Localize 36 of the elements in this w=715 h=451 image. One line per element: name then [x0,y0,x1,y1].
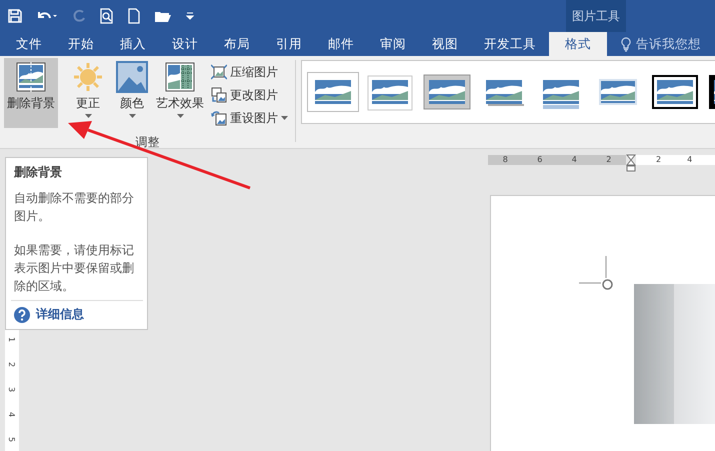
tooltip-title: 删除背景 [14,164,63,181]
ruler-number: 4 [572,155,577,165]
tell-me-field[interactable]: 告诉我您想 [621,32,701,56]
ribbon-button[interactable]: 更正 [66,58,110,128]
ruler-number: 5 [8,436,16,442]
ribbon-button[interactable]: 艺术效果 [154,58,206,128]
tooltip-text: 如果需要，请使用标记表示图片中要保留或删除的区域。 [14,242,135,295]
ruler-number: 8 [502,155,508,165]
tooltip-text: 自动删除不需要的部分图片。 [14,190,135,225]
ribbon-tab[interactable]: 引用 [263,32,315,56]
group-label: 调整 [134,134,160,151]
ribbon-tab[interactable]: 布局 [211,32,263,56]
ribbon-button[interactable]: 压缩图片 [209,62,290,82]
ribbon-button[interactable]: 更改图片 [209,85,290,105]
ribbon-tab[interactable]: 文件 [3,32,55,56]
ruler-number: 4 [687,155,692,165]
ruler-number: 2 [8,362,16,368]
ribbon-tab[interactable]: 邮件 [315,32,367,56]
ruler-number: 2 [606,155,612,165]
ribbon-tab[interactable]: 开发工具 [471,32,549,56]
ribbon-tab[interactable]: 格式 [549,32,607,56]
ribbon-button[interactable]: 颜色 [110,58,154,128]
ribbon-tab[interactable]: 开始 [55,32,107,56]
ribbon-button[interactable]: 重设图片 [209,108,290,128]
ruler-number: 2 [656,155,662,165]
ribbon-tab[interactable]: 视图 [419,32,471,56]
ribbon-tab[interactable]: 设计 [159,32,211,56]
ruler-number: 4 [8,412,16,418]
contextual-tab-group: 图片工具 [566,0,626,32]
ribbon-button[interactable]: 删除背景 [4,58,58,128]
more-info-link[interactable]: 详细信息 [14,306,140,323]
ruler-number: 6 [537,155,542,165]
ruler-number: 3 [8,386,16,392]
ribbon-tab[interactable]: 插入 [107,32,159,56]
ribbon-tab[interactable]: 审阅 [367,32,419,56]
ruler-number: 1 [8,336,16,342]
